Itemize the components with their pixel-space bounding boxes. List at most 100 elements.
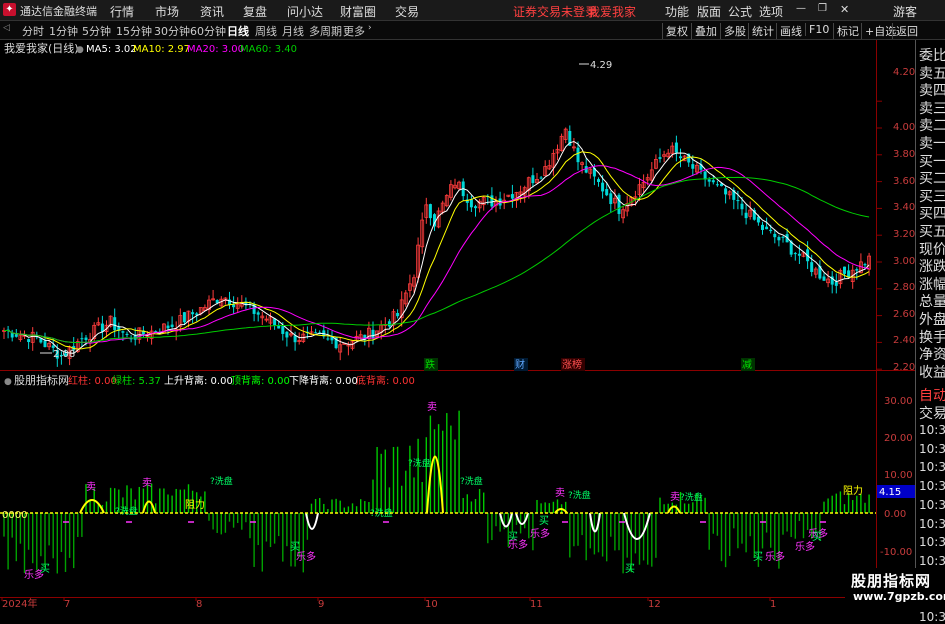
broker-login-notice[interactable]: 证券交易未登录 xyxy=(513,3,597,20)
ind-y-tick: 10.00 xyxy=(884,470,913,481)
ma20-label: MA20: 3.00 xyxy=(187,44,244,55)
period-weekly[interactable]: 周线 xyxy=(255,23,277,39)
period-toolbar: ◁ 分时 1分钟 5分钟 15分钟 30分钟 60分钟 日线 周线 月线 多周期… xyxy=(0,21,945,40)
candle-body xyxy=(740,203,744,210)
candle-body xyxy=(597,179,600,182)
candle-body xyxy=(658,157,662,159)
event-tag-die[interactable]: 跌 xyxy=(425,358,435,371)
candle-body xyxy=(490,195,494,207)
period-fenshi[interactable]: 分时 xyxy=(22,23,44,39)
candle-body xyxy=(765,226,769,230)
period-5min[interactable]: 5分钟 xyxy=(82,23,111,39)
period-1min[interactable]: 1分钟 xyxy=(49,23,78,39)
main-chart-title: 我爱我家(日线) xyxy=(4,41,79,55)
tick-time: 10:3 xyxy=(919,460,945,475)
indicator-gear-icon[interactable]: ● xyxy=(76,45,84,55)
menu-banmian[interactable]: 版面 xyxy=(697,3,721,20)
candle-body xyxy=(314,332,318,334)
candle-body xyxy=(744,212,748,219)
menu-zixun[interactable]: 资讯 xyxy=(200,3,224,20)
candle-body xyxy=(510,194,514,199)
close-icon[interactable]: ✕ xyxy=(840,3,849,16)
user-label[interactable]: 游客 xyxy=(893,3,917,20)
tool-fuquan[interactable]: 复权 xyxy=(662,23,688,39)
candle-body xyxy=(863,264,867,266)
indicator-fall-divergence: 下降背离: 0.00 xyxy=(289,374,358,387)
watermark-title: 股朋指标网 xyxy=(851,572,932,590)
tool-back[interactable]: 返回 xyxy=(892,23,918,39)
tool-duogu[interactable]: 多股 xyxy=(720,23,746,39)
period-more[interactable]: 更多 xyxy=(343,23,365,39)
candle-body xyxy=(810,262,814,272)
menu-jiaoyi[interactable]: 交易 xyxy=(395,3,419,20)
time-axis: 2024年 7 8 9 10 11 12 1 xyxy=(2,597,776,609)
candle-body xyxy=(855,269,859,271)
period-monthly[interactable]: 月线 xyxy=(282,23,304,39)
indicator-tag: 乐多 xyxy=(24,568,44,581)
tick-time: 10:3 xyxy=(919,441,945,456)
high-price-marker: 4.29 xyxy=(579,60,612,71)
menu-fupan[interactable]: 复盘 xyxy=(243,3,267,20)
app-title: 通达信金融终端 xyxy=(20,5,97,18)
indicator-bottom-divergence: 底背离: 0.00 xyxy=(356,374,415,387)
period-30min[interactable]: 30分钟 xyxy=(154,23,190,39)
tick-time: 10:3 xyxy=(919,497,945,512)
tool-add-favorite[interactable]: +自选 xyxy=(861,23,896,39)
period-15min[interactable]: 15分钟 xyxy=(116,23,152,39)
tool-huaxian[interactable]: 画线 xyxy=(776,23,802,39)
ma60-line xyxy=(4,176,870,343)
auto-trade-label[interactable]: 自动 xyxy=(919,385,945,405)
candle-body xyxy=(27,339,31,343)
indicator-y-axis: 30.00 20.00 10.00 0.00 -10.00 xyxy=(880,396,913,558)
event-tag-cai[interactable]: 财 xyxy=(515,358,525,371)
indicator-tag: 乐多 xyxy=(808,527,828,540)
chart-area[interactable]: 我爱我家(日线) ● MA5: 3.02 MA10: 2.97 MA20: 3.… xyxy=(0,40,915,609)
toolbar-collapse-icon[interactable]: ◁ xyxy=(3,23,10,33)
ind-y-tick: 30.00 xyxy=(884,396,913,407)
candle-body xyxy=(834,281,838,286)
event-tag-jian[interactable]: 减 xyxy=(742,359,752,371)
tool-f10[interactable]: F10 xyxy=(805,23,829,36)
menu-gongshi[interactable]: 公式 xyxy=(728,3,752,20)
candle-body xyxy=(121,331,125,333)
y-tick: 3.00 xyxy=(893,256,915,267)
menu-bar: ✦ 通达信金融终端 行情 市场 资讯 复盘 问小达 财富圈 交易 证券交易未登录… xyxy=(0,0,945,21)
indicator-tag: ?洗盘 xyxy=(115,505,138,517)
candle-body xyxy=(170,324,174,327)
candle-body xyxy=(539,177,543,179)
menu-gongneng[interactable]: 功能 xyxy=(665,3,689,20)
menu-caifuquan[interactable]: 财富圈 xyxy=(340,3,376,20)
indicator-histogram xyxy=(3,410,870,574)
indicator-tag: 卖 xyxy=(555,487,565,499)
trough-curve xyxy=(515,512,529,525)
tool-diejia[interactable]: 叠加 xyxy=(691,23,717,39)
tool-tongji[interactable]: 统计 xyxy=(748,23,774,39)
y-tick: 2.60 xyxy=(893,309,915,320)
trade-label[interactable]: 交易 xyxy=(919,403,945,423)
period-daily[interactable]: 日线 xyxy=(227,23,249,39)
candle-body xyxy=(326,338,330,340)
menu-shichang[interactable]: 市场 xyxy=(155,3,179,20)
candle-body xyxy=(679,156,682,159)
tool-biaoji[interactable]: 标记 xyxy=(833,23,859,39)
indicator-title: 股朋指标网 xyxy=(14,373,69,387)
indicator-lvzhu: 绿柱: 5.37 xyxy=(112,374,161,387)
period-multi[interactable]: 多周期 xyxy=(309,23,342,39)
indicator-tag: 买 xyxy=(753,551,763,563)
indicator-settings-icon[interactable]: ● xyxy=(4,377,12,387)
indicator-value: 4.15 xyxy=(879,487,901,498)
zero-label: 0000 xyxy=(2,510,27,521)
menu-hangqing[interactable]: 行情 xyxy=(110,3,134,20)
chevron-right-icon[interactable]: › xyxy=(368,23,372,33)
restore-icon[interactable]: ❐ xyxy=(818,3,827,14)
period-60min[interactable]: 60分钟 xyxy=(190,23,226,39)
candle-body xyxy=(843,266,846,274)
indicator-tag: ?洗盘 xyxy=(408,457,431,469)
minimize-icon[interactable]: — xyxy=(796,3,806,14)
candle-body xyxy=(232,304,236,308)
menu-wenxiaoda[interactable]: 问小达 xyxy=(287,3,323,20)
event-tag-zhangbang[interactable]: 涨榜 xyxy=(562,358,582,371)
indicator-tag: 乐多 xyxy=(296,550,316,563)
menu-xuanxiang[interactable]: 选项 xyxy=(759,3,783,20)
indicator-tag: 乐多 xyxy=(508,538,528,551)
